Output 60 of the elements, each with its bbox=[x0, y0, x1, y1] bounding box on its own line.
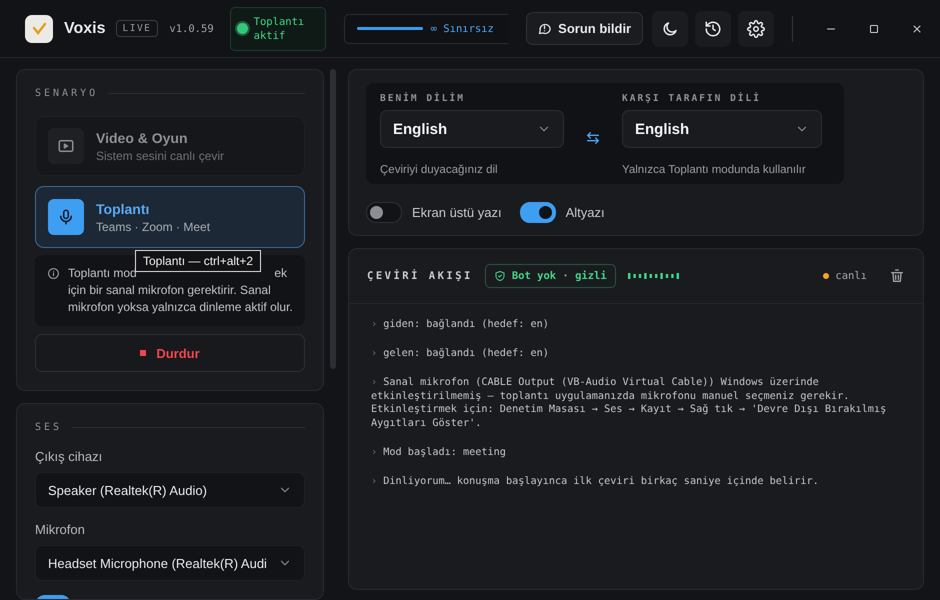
log-line: › Dinliyorum… konuşma başlayınca ilk çeviri birkaç saniye içinde belirir. bbox=[371, 474, 820, 488]
feed-title: ÇEVİRİ AKIŞI bbox=[367, 270, 473, 282]
info-icon bbox=[47, 267, 60, 280]
app-name: Voxis bbox=[64, 20, 106, 38]
info-text: ek bbox=[274, 265, 287, 282]
chat-icon bbox=[537, 21, 552, 36]
language-hint: Yalnızca Toplantı modunda kullanılır bbox=[622, 164, 807, 176]
scenario-subtitle: Teams · Zoom · Meet bbox=[96, 220, 210, 234]
scenario-card[interactable]: Video & Oyun Sistem sesini canlı çevir bbox=[35, 116, 305, 176]
moon-button[interactable] bbox=[652, 10, 688, 46]
play-screen-icon bbox=[57, 137, 75, 155]
app-logo bbox=[25, 14, 53, 42]
live-dot-icon bbox=[823, 273, 830, 279]
scenario-card[interactable]: Toplantı Teams · Zoom · Meet bbox=[35, 186, 305, 248]
language-label: KARŞI TARAFIN DİLİ bbox=[622, 93, 762, 104]
language-hint: Çeviriyi duyacağınız dil bbox=[380, 164, 499, 176]
language-select[interactable]: English bbox=[622, 110, 822, 148]
stop-icon bbox=[140, 350, 146, 356]
settings-icon bbox=[746, 20, 765, 38]
section-title: SES bbox=[35, 422, 62, 433]
meeting-status-label: Toplantı aktif bbox=[254, 14, 306, 42]
microphone-icon bbox=[57, 208, 75, 226]
section-title: SENARYO bbox=[35, 88, 98, 99]
stop-button[interactable]: Durdur bbox=[35, 334, 305, 372]
privacy-badge: Bot yok · gizli bbox=[484, 264, 616, 288]
history-icon bbox=[704, 20, 722, 38]
live-status: canlı bbox=[835, 270, 867, 282]
scrollbar[interactable] bbox=[330, 69, 336, 369]
trash-icon[interactable] bbox=[889, 268, 905, 284]
log-line: › giden: bağlandı (hedef: en) bbox=[371, 318, 550, 332]
settings-button[interactable] bbox=[738, 10, 774, 46]
level-meter-icon bbox=[628, 272, 682, 280]
report-button[interactable]: Sorun bildir bbox=[526, 12, 643, 45]
scenario-subtitle: Sistem sesini canlı çevir bbox=[96, 148, 224, 162]
history-button[interactable] bbox=[694, 10, 731, 46]
maximize-icon[interactable] bbox=[868, 22, 880, 34]
shield-icon bbox=[494, 270, 506, 282]
moon-icon bbox=[660, 20, 679, 38]
toggle-switch[interactable] bbox=[520, 202, 556, 223]
device-select[interactable]: Headset Microphone (Realtek(R) Audi bbox=[35, 545, 305, 581]
scenario-title: Toplantı bbox=[96, 200, 150, 216]
toggle-label: Altyazı bbox=[566, 205, 605, 220]
field-label: Mikrofon bbox=[35, 522, 86, 537]
info-text: için bir sanal mikrofon gerektirir. Sanal mikrofon yoksa yalnızca dinleme aktif olur. bbox=[68, 282, 293, 316]
version-label: v1.0.59 bbox=[169, 22, 214, 34]
log-line: › gelen: bağlandı (hedef: en) bbox=[371, 347, 550, 360]
toggle-switch[interactable] bbox=[366, 202, 402, 223]
language-label: BENİM DİLİM bbox=[380, 93, 466, 104]
toggle-label: Ekran üstü yazı bbox=[412, 205, 502, 220]
close-icon[interactable] bbox=[910, 22, 923, 34]
language-select[interactable]: English bbox=[380, 110, 564, 148]
swap-icon[interactable] bbox=[585, 130, 601, 146]
device-select[interactable]: Speaker (Realtek(R) Audio) bbox=[35, 472, 305, 508]
scenario-title: Video & Oyun bbox=[96, 130, 189, 146]
usage-label: ∞ Sınırsız bbox=[430, 22, 494, 34]
field-label: Çıkış cihazı bbox=[35, 449, 104, 464]
live-badge: LIVE bbox=[116, 20, 158, 37]
log-line: › Sanal mikrofon (CABLE Output (VB-Audio Virtual Cable)) Windows üzerinde etkinleştirilmemiş — toplantı uygulamanızda mikrofonu manuel seçmeniz gerekir. Etkinleştirmek için: Denetim Masası → Ses → Kayıt → Sağ tık → 'Devre Dışı Bırakılmış Aygıtları Göster'. bbox=[371, 376, 888, 430]
tooltip: Toplantı — ctrl+alt+2 bbox=[135, 250, 262, 272]
log-line: › Mod başladı: meeting bbox=[371, 446, 507, 459]
